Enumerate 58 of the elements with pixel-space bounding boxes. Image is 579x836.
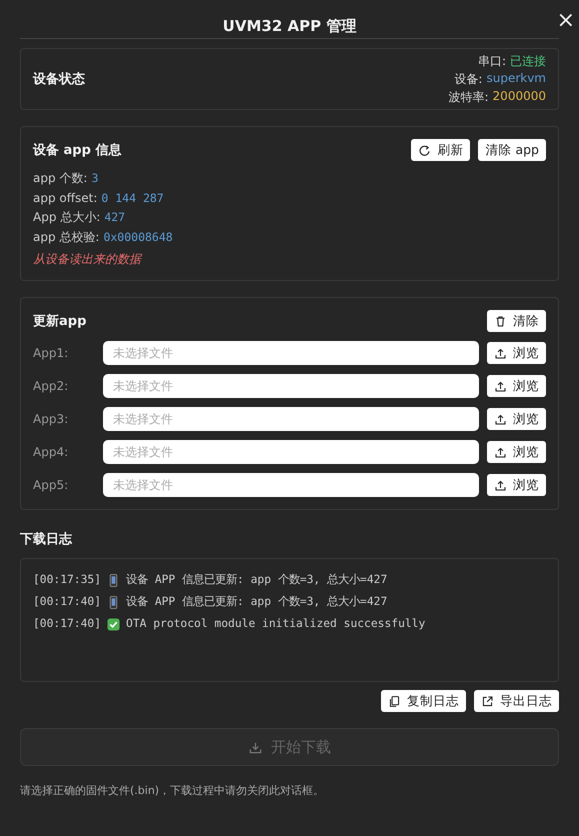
info-label: app 总校验: (33, 228, 100, 246)
file-label: App4: (33, 445, 70, 459)
clear-button[interactable]: 清除 (487, 310, 546, 332)
status-value: 已连接 (510, 52, 546, 70)
info-value: 3 (91, 170, 98, 187)
info-value: 427 (104, 209, 126, 226)
refresh-icon (418, 144, 432, 156)
upload-icon (494, 478, 507, 492)
browse-button[interactable]: 浏览 (487, 408, 546, 430)
info-note: 从设备读出来的数据 (33, 251, 144, 268)
log-message: OTA protocol module initialized successfully (126, 616, 426, 632)
status-value: 2000000 (492, 88, 546, 104)
check-icon (107, 618, 120, 630)
info-value: 0 144 287 (101, 190, 164, 206)
info-label: app offset: (33, 190, 98, 206)
dialog-title: UVM32 APP 管理 (222, 16, 356, 36)
copy-icon (388, 694, 401, 708)
upload-icon (494, 380, 507, 392)
section-title: 设备状态 (33, 71, 85, 88)
file-field[interactable]: 未选择文件 (103, 440, 479, 464)
hint-text: 请选择正确的固件文件(.bin)，下载过程中请勿关闭此对话框。 (20, 783, 326, 798)
log-time: [00:17:40] (33, 594, 102, 610)
file-field[interactable]: 未选择文件 (103, 407, 479, 431)
upload-icon (494, 412, 507, 426)
status-label: 波特率: (448, 88, 489, 106)
status-value: superkvm (486, 70, 546, 86)
trash-icon (494, 314, 507, 328)
info-value: 0x00008648 (103, 228, 173, 246)
browse-button[interactable]: 浏览 (487, 342, 546, 364)
section-title: 下载日志 (20, 530, 74, 548)
log-time: [00:17:40] (33, 616, 102, 632)
info-label: app 个数: (33, 170, 88, 187)
copy-log-button[interactable]: 复制日志 (381, 690, 466, 712)
log-message: 设备 APP 信息已更新: app 个数=3, 总大小=427 (126, 572, 388, 588)
log-message: 设备 APP 信息已更新: app 个数=3, 总大小=427 (126, 594, 388, 610)
file-label: App2: (33, 379, 70, 393)
file-label: App5: (33, 478, 70, 492)
file-field[interactable]: 未选择文件 (103, 341, 479, 365)
status-label: 设备: (454, 70, 482, 88)
upload-icon (494, 446, 507, 458)
close-button[interactable]: × (556, 10, 575, 32)
refresh-button[interactable]: 刷新 (411, 139, 470, 161)
upload-icon (494, 346, 507, 360)
file-field[interactable]: 未选择文件 (103, 374, 479, 398)
section-title: 更新app (33, 312, 86, 330)
browse-button[interactable]: 浏览 (487, 375, 546, 397)
file-label: App3: (33, 412, 70, 426)
status-label: 串口: (478, 52, 506, 70)
browse-button[interactable]: 浏览 (487, 441, 546, 463)
log-time: [00:17:35] (33, 572, 102, 588)
browse-button[interactable]: 浏览 (487, 474, 546, 496)
clear-button[interactable]: 清除 app (478, 139, 546, 161)
export-log-button[interactable]: 导出日志 (474, 690, 559, 712)
section-title: 设备 app 信息 (33, 142, 122, 159)
info-label: App 总大小: (33, 209, 100, 226)
file-label: App1: (33, 346, 70, 360)
export-icon (481, 694, 494, 708)
file-field[interactable]: 未选择文件 (103, 473, 479, 497)
